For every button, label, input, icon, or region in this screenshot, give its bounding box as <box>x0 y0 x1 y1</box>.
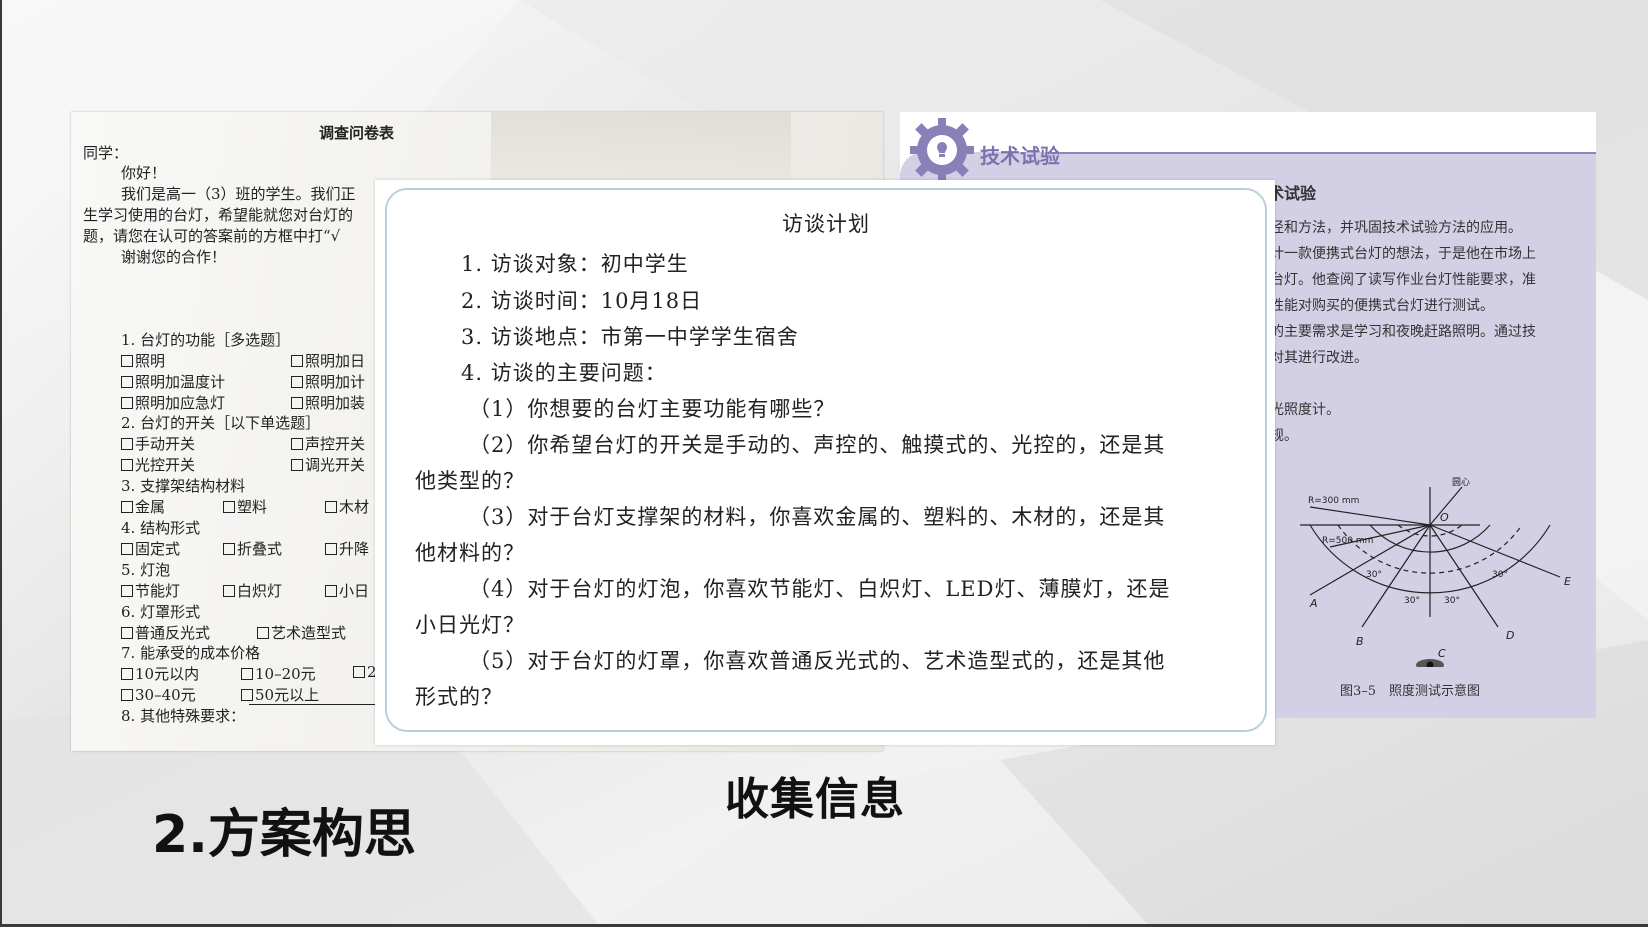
checkbox-option: 照明 <box>121 350 165 371</box>
tech-experiment-line: 的主要需求是学习和夜晚赶路照明。通过技 <box>1270 324 1536 340</box>
tech-experiment-line: 光照度计。 <box>1270 402 1340 418</box>
question-label: 3. 支撑架结构材料 <box>121 477 246 495</box>
checkbox-option: 升降 <box>325 538 369 559</box>
checkbox-option: 2 <box>353 663 377 681</box>
section-title: 2.方案构思 <box>152 805 416 865</box>
question-label: 1. 台灯的功能［多选题］ <box>121 331 291 349</box>
center-label: 圆心 <box>1452 477 1470 488</box>
radius-500-label: R=500 mm <box>1322 536 1373 546</box>
gear-icon <box>910 118 974 182</box>
checkbox-option: 塑料 <box>223 496 267 517</box>
interview-plan-item: 1. 访谈对象：初中学生 <box>461 252 689 276</box>
question-label: 6. 灯罩形式 <box>121 603 201 621</box>
angle-label: 30° <box>1444 596 1460 606</box>
question-label: 7. 能承受的成本价格 <box>121 644 261 662</box>
checkbox-option: 照明加计 <box>291 371 365 392</box>
angle-label: 30° <box>1404 596 1420 606</box>
checkbox-option: 光控开关 <box>121 454 195 475</box>
checkbox-option: 手动开关 <box>121 433 195 454</box>
checkbox-option: 照明加装 <box>291 392 365 413</box>
interview-question: 小日光灯？ <box>415 613 525 637</box>
questionnaire-intro: 谢谢您的合作！ <box>121 248 227 266</box>
questionnaire-intro: 题，请您在认可的答案前的方框中打“√ <box>83 227 341 245</box>
checkbox-option: 照明加温度计 <box>121 371 225 392</box>
questionnaire-intro: 我们是高一（3）班的学生。我们正 <box>121 185 356 203</box>
point-a-label: A <box>1309 597 1318 610</box>
checkbox-option: 折叠式 <box>223 538 282 559</box>
question-label: 5. 灯泡 <box>121 561 171 579</box>
interview-question: （4）对于台灯的灯泡，你喜欢节能灯、白炽灯、LED灯、薄膜灯，还是 <box>469 577 1171 601</box>
checkbox-option: 白炽灯 <box>223 580 282 601</box>
tech-experiment-subtitle: 术试验 <box>1268 184 1317 203</box>
angle-label: 30° <box>1492 570 1508 580</box>
checkbox-option: 照明加应急灯 <box>121 392 225 413</box>
tech-experiment-line: 台灯。他查阅了读写作业台灯性能要求，准 <box>1270 272 1536 288</box>
checkbox-option: 艺术造型式 <box>257 622 346 643</box>
questionnaire-greeting: 同学： <box>83 144 129 162</box>
interview-plan-item: 2. 访谈时间：10月18日 <box>461 289 703 313</box>
question-label: 4. 结构形式 <box>121 519 201 537</box>
checkbox-option: 30–40元 <box>121 684 196 705</box>
checkbox-option: 照明加日 <box>291 350 365 371</box>
question-label: 2. 台灯的开关［以下单选题］ <box>121 414 321 432</box>
figure-caption: 图3–5 照度测试示意图 <box>1340 684 1481 699</box>
angle-label: 30° <box>1366 570 1382 580</box>
interview-question: （1）你想要的台灯主要功能有哪些？ <box>469 397 836 421</box>
point-e-label: E <box>1564 575 1571 588</box>
interview-plan-image: 访谈计划 1. 访谈对象：初中学生 2. 访谈时间：10月18日 3. 访谈地点… <box>375 180 1275 745</box>
radius-300-label: R=300 mm <box>1308 496 1359 506</box>
interview-question: 他类型的？ <box>415 469 525 493</box>
checkbox-option: 节能灯 <box>121 580 180 601</box>
interview-question: 他材料的？ <box>415 541 525 565</box>
interview-question: （5）对于台灯的灯罩，你喜欢普通反光式的、艺术造型式的，还是其他 <box>469 649 1166 673</box>
questionnaire-hello: 你好！ <box>121 164 167 182</box>
header-rule <box>1060 152 1596 154</box>
tech-experiment-line: 计一款便携式台灯的想法，于是他在市场上 <box>1270 246 1536 262</box>
tech-experiment-title: 技术试验 <box>980 144 1060 168</box>
questionnaire-intro: 生学习使用的台灯，希望能就您对台灯的 <box>83 206 354 224</box>
questionnaire-title: 调查问卷表 <box>319 124 395 142</box>
interview-question: （2）你希望台灯的开关是手动的、声控的、触摸式的、光控的，还是其 <box>469 433 1166 457</box>
tech-experiment-line: 对其进行改进。 <box>1270 350 1368 366</box>
interview-plan-title: 访谈计划 <box>782 212 870 236</box>
tech-experiment-line: 径和方法，并巩固技术试验方法的应用。 <box>1270 220 1522 236</box>
interview-question: 形式的？ <box>415 685 503 709</box>
point-b-label: B <box>1356 635 1364 648</box>
interview-plan-item: 3. 访谈地点：市第一中学学生宿舍 <box>461 325 799 349</box>
interview-plan-card: 访谈计划 1. 访谈对象：初中学生 2. 访谈时间：10月18日 3. 访谈地点… <box>385 188 1267 732</box>
checkbox-option: 调光开关 <box>291 454 365 475</box>
checkbox-option: 10–20元 <box>241 663 316 684</box>
point-c-label: C <box>1438 647 1446 660</box>
frame-left-edge <box>0 0 2 927</box>
checkbox-option: 金属 <box>121 496 165 517</box>
illuminance-diagram: A B C D E O 圆心 R=300 mm R=500 mm 30° 30°… <box>1300 477 1571 667</box>
point-d-label: D <box>1506 629 1514 642</box>
collect-info-label: 收集信息 <box>725 774 905 825</box>
interview-question: （3）对于台灯支撑架的材料，你喜欢金属的、塑料的、木材的，还是其 <box>469 505 1166 529</box>
checkbox-option: 普通反光式 <box>121 622 210 643</box>
checkbox-option: 50元以上 <box>241 684 319 705</box>
origin-label: O <box>1440 511 1449 524</box>
checkbox-option: 小日 <box>325 580 369 601</box>
tech-experiment-line: 性能对购买的便携式台灯进行测试。 <box>1270 298 1494 314</box>
checkbox-option: 固定式 <box>121 538 180 559</box>
checkbox-option: 10元以内 <box>121 663 199 684</box>
checkbox-option: 声控开关 <box>291 433 365 454</box>
interview-plan-item: 4. 访谈的主要问题： <box>461 361 667 385</box>
question-label: 8. 其他特殊要求： <box>121 707 246 725</box>
checkbox-option: 木材 <box>325 496 369 517</box>
